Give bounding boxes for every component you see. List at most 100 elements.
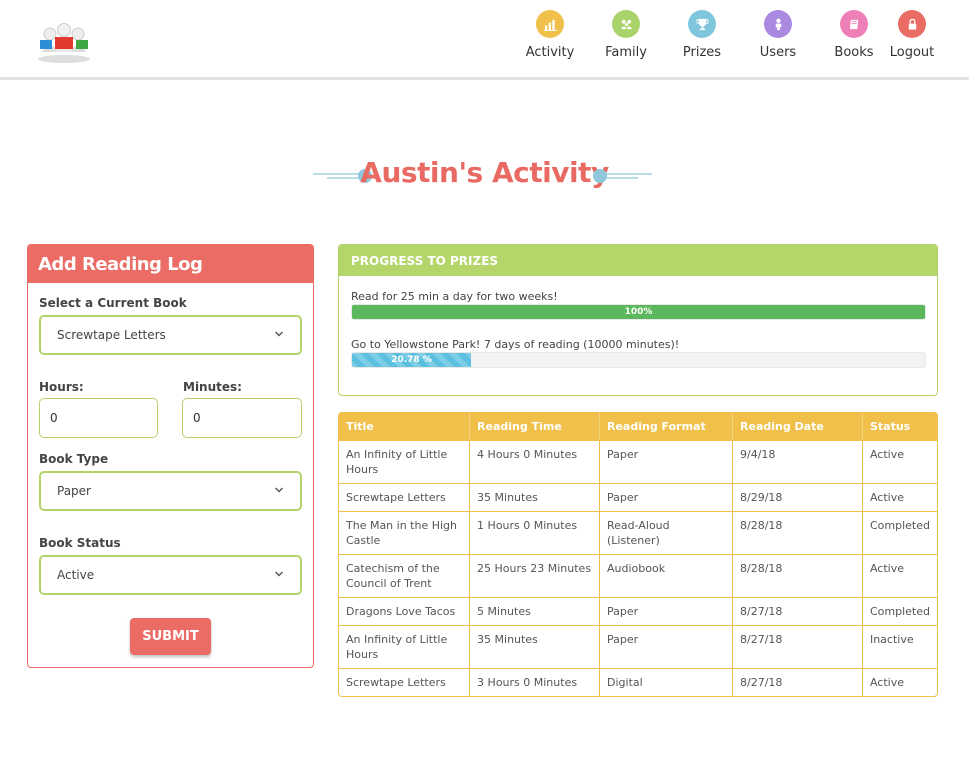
progress-bar: 20.78 % [351,352,926,368]
table-cell: 35 Minutes [470,483,600,511]
table-row: An Infinity of Little Hours 35 Minutes Pap… [339,625,937,668]
table-cell: 8/29/18 [733,483,863,511]
nav-books[interactable]: Books [821,10,887,60]
book-select[interactable]: Screwtape Letters [39,315,302,355]
lock-icon [898,10,926,38]
table-cell: 1 Hours 0 Minutes [470,511,600,554]
table-cell: Paper [600,625,734,668]
table-cell: 8/27/18 [733,597,863,625]
nav-activity[interactable]: Activity [517,10,583,60]
table-cell: Active [862,668,937,696]
book-type-select[interactable]: Paper [39,471,302,511]
column-header[interactable]: Reading Time [470,413,600,440]
minutes-input[interactable] [182,398,302,438]
nav-label: Users [759,45,797,60]
book-type-value: Paper [57,484,91,498]
submit-button[interactable]: SUBMIT [130,618,211,655]
user-icon [764,10,792,38]
book-select-value: Screwtape Letters [57,328,166,342]
nav-prizes[interactable]: Prizes [669,10,735,60]
readers-logo[interactable] [34,22,94,64]
table-cell: 8/27/18 [733,668,863,696]
table-cell: Screwtape Letters [339,483,471,511]
table-cell: Completed [862,511,937,554]
table-cell: Active [862,483,937,511]
reading-log-table-wrap: Title Reading Time Reading Format Readin… [338,412,938,697]
column-header[interactable]: Reading Date [733,413,863,440]
table-row: Screwtape Letters 3 Hours 0 Minutes Digita… [339,668,937,696]
column-header[interactable]: Reading Format [600,413,734,440]
hours-label: Hours: [39,380,84,394]
progress-bar-fill: 20.78 % [352,353,472,367]
reading-log-table: Title Reading Time Reading Format Readin… [338,412,938,697]
table-row: Dragons Love Tacos 5 Minutes Paper 8/27/18 C… [339,597,937,625]
progress-to-prizes-panel: PROGRESS TO PRIZES Read for 25 min a day… [338,244,938,396]
table-row: Screwtape Letters 35 Minutes Paper 8/29/18 A… [339,483,937,511]
table-cell: 3 Hours 0 Minutes [470,668,600,696]
goal-text: Read for 25 min a day for two weeks! [351,290,558,303]
family-icon [612,10,640,38]
table-cell: Catechism of the Council of Trent [339,554,471,597]
progress-bar-fill: 100% [352,305,925,319]
table-cell: Screwtape Letters [339,668,471,696]
table-cell: 35 Minutes [470,625,600,668]
table-cell: An Infinity of Little Hours [339,625,471,668]
table-cell: Inactive [862,625,937,668]
hours-input[interactable] [39,398,158,438]
nav-family[interactable]: Family [593,10,659,60]
book-status-label: Book Status [39,536,121,550]
title-decoration-right [593,169,652,183]
page-title: Austin's Activity [360,156,609,189]
column-header[interactable]: Title [339,413,471,440]
table-cell: Digital [600,668,734,696]
nav-users[interactable]: Users [745,10,811,60]
table-cell: An Infinity of Little Hours [339,440,471,483]
table-cell: Paper [600,440,734,483]
minutes-label: Minutes: [183,380,242,394]
chevron-down-icon [275,487,283,493]
bar-chart-icon [536,10,564,38]
book-status-value: Active [57,568,95,582]
book-icon [840,10,868,38]
table-cell: Active [862,440,937,483]
chevron-down-icon [275,571,283,577]
trophy-icon [688,10,716,38]
table-cell: 9/4/18 [733,440,863,483]
table-cell: Active [862,554,937,597]
table-row: An Infinity of Little Hours 4 Hours 0 Min… [339,440,937,483]
panel-heading: Add Reading Log [28,245,313,283]
table-cell: 8/28/18 [733,554,863,597]
nav-logout[interactable]: Logout [879,10,945,60]
table-cell: 8/28/18 [733,511,863,554]
table-row: The Man in the High Castle 1 Hours 0 Minu… [339,511,937,554]
progress-bar: 100% [351,304,926,320]
nav-label: Activity [525,45,575,60]
add-reading-log-panel: Add Reading Log Select a Current Book Sc… [27,244,314,668]
table-header-row: Title Reading Time Reading Format Readin… [339,413,937,440]
goal-text: Go to Yellowstone Park! 7 days of readin… [351,338,680,351]
book-type-label: Book Type [39,452,109,466]
table-cell: Paper [600,483,734,511]
table-cell: Read-Aloud (Listener) [600,511,734,554]
table-cell: Paper [600,597,734,625]
book-select-label: Select a Current Book [39,296,187,310]
nav-label: Books [834,45,874,60]
table-row: Catechism of the Council of Trent 25 Hour… [339,554,937,597]
top-header: Activity Family Prizes Users Books Logou… [0,0,969,80]
table-cell: 4 Hours 0 Minutes [470,440,600,483]
table-cell: Audiobook [600,554,734,597]
nav-label: Prizes [682,45,722,60]
page-title-area: Austin's Activity [0,150,969,200]
table-cell: 5 Minutes [470,597,600,625]
table-cell: The Man in the High Castle [339,511,471,554]
column-header[interactable]: Status [862,413,937,440]
table-cell: Completed [862,597,937,625]
nav-label: Logout [889,45,935,60]
table-cell: 8/27/18 [733,625,863,668]
panel-heading: PROGRESS TO PRIZES [339,245,937,276]
nav-label: Family [605,45,647,60]
table-cell: Dragons Love Tacos [339,597,471,625]
table-cell: 25 Hours 23 Minutes [470,554,600,597]
chevron-down-icon [275,331,283,337]
book-status-select[interactable]: Active [39,555,302,595]
